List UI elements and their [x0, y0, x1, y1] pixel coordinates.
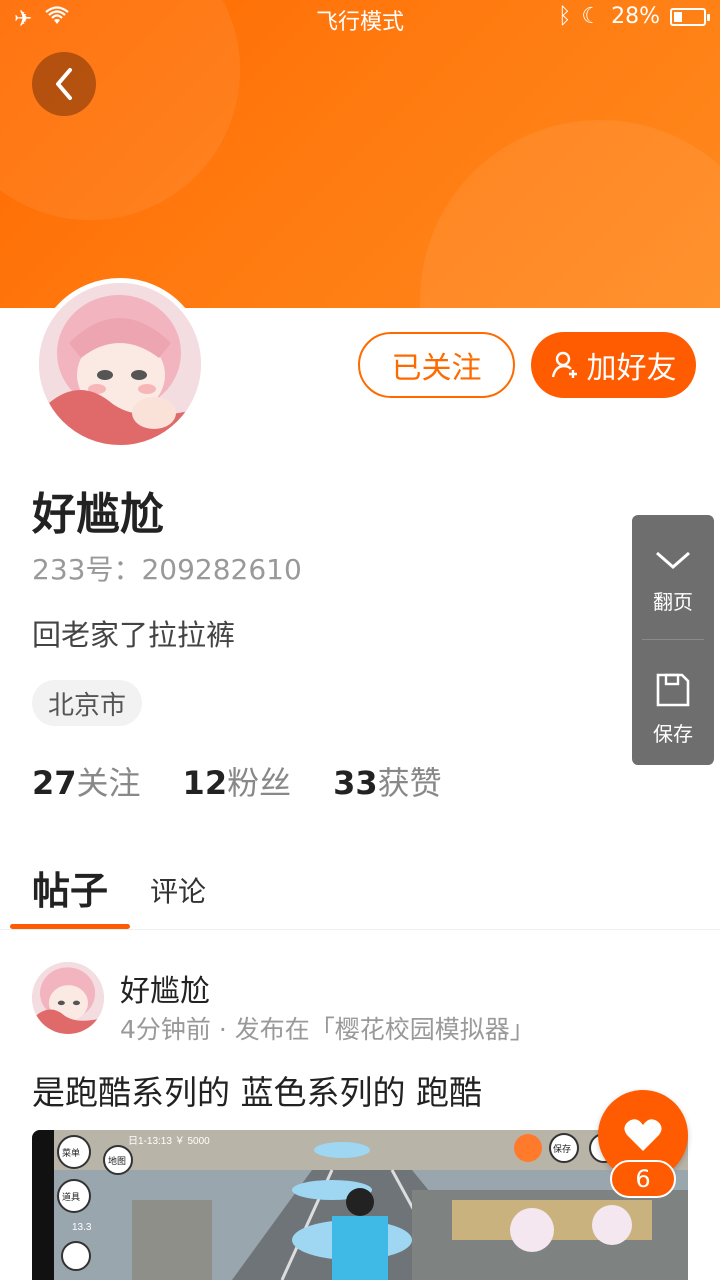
- save-button[interactable]: 保存: [632, 671, 714, 747]
- divider: [642, 639, 704, 640]
- add-friend-button[interactable]: 加好友: [531, 332, 696, 398]
- post-title[interactable]: 是跑酷系列的 蓝色系列的 跑酷: [32, 1066, 482, 1114]
- like-count: 6: [610, 1160, 676, 1198]
- battery-fill: [674, 11, 682, 22]
- floating-side-panel: 翻页 保存: [632, 515, 714, 765]
- game-gift-icon: [514, 1134, 542, 1162]
- location-tag: 北京市: [32, 680, 143, 726]
- bluetooth-icon: ᛒ: [558, 4, 572, 29]
- username: 好尴尬: [32, 489, 164, 540]
- game-hud-text: 日1-13:13 ￥ 5000: [128, 1136, 210, 1147]
- post-author-avatar[interactable]: [32, 962, 104, 1034]
- game-props-label: 道具: [62, 1191, 80, 1202]
- avatar[interactable]: [34, 278, 206, 450]
- battery-icon: [670, 7, 710, 26]
- back-button[interactable]: [32, 52, 96, 116]
- post-author-name[interactable]: 好尴尬: [120, 966, 210, 1010]
- game-value-text: 13.3: [72, 1222, 92, 1233]
- game-joystick-icon: [61, 1241, 91, 1271]
- followed-button[interactable]: 已关注: [358, 332, 515, 398]
- active-tab-indicator: [10, 924, 130, 929]
- profile-banner: ✈ 飞行模式 ᛒ ☾ 28%: [0, 0, 720, 308]
- content-tabs: 帖子 评论: [0, 850, 720, 930]
- user-id: 233号：209282610: [32, 553, 302, 586]
- stat-fans[interactable]: 12粉丝: [183, 758, 292, 804]
- heart-icon: [624, 1119, 662, 1151]
- stat-likes[interactable]: 33获赞: [333, 758, 442, 804]
- battery-percent: 28%: [611, 4, 660, 29]
- game-save-label: 保存: [553, 1143, 571, 1154]
- stat-following[interactable]: 27关注: [32, 758, 141, 804]
- page-turn-button[interactable]: 翻页: [632, 545, 714, 615]
- banner-decoration: [420, 120, 720, 308]
- moon-icon: ☾: [581, 4, 602, 29]
- profile-stats: 27关注 12粉丝 33获赞: [32, 758, 442, 804]
- save-label: 保存: [653, 722, 693, 746]
- page-turn-label: 翻页: [653, 590, 693, 614]
- game-menu-label: 菜单: [62, 1147, 80, 1158]
- game-map-label: 地图: [108, 1155, 126, 1166]
- status-bar: ✈ 飞行模式 ᛒ ☾ 28%: [0, 0, 720, 38]
- chevron-down-icon: [656, 551, 690, 569]
- user-bio: 回老家了拉拉裤: [32, 618, 236, 652]
- save-icon: [656, 673, 690, 707]
- chevron-left-icon: [56, 68, 72, 100]
- post-meta: 4分钟前 · 发布在「樱花校园模拟器」: [120, 1015, 535, 1044]
- tab-comments[interactable]: 评论: [150, 870, 206, 910]
- tab-posts[interactable]: 帖子: [32, 860, 108, 915]
- add-friend-label: 加好友: [586, 351, 677, 386]
- post-image[interactable]: 菜单 地图 道具 保存 日1-13:13 ￥ 5000 13.3: [32, 1130, 688, 1280]
- add-user-icon: [551, 351, 577, 378]
